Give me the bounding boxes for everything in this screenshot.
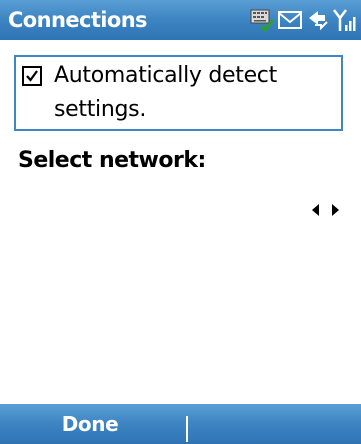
- done-button[interactable]: Done: [0, 404, 180, 444]
- auto-detect-label: Automatically detect settings.: [54, 63, 277, 122]
- auto-detect-checkbox[interactable]: [22, 66, 42, 86]
- signal-strength-icon[interactable]: [333, 7, 357, 33]
- arrow-left-icon[interactable]: [312, 204, 319, 216]
- mail-icon[interactable]: [277, 9, 303, 31]
- keyboard-check-icon[interactable]: [249, 7, 275, 33]
- checkmark-icon: [26, 70, 38, 82]
- softkey-divider: [186, 416, 188, 442]
- page-title: Connections: [8, 8, 148, 32]
- right-softkey[interactable]: [190, 404, 361, 444]
- auto-detect-option[interactable]: Automatically detect settings.: [14, 55, 343, 131]
- sync-icon[interactable]: [305, 7, 331, 33]
- select-network-label: Select network:: [18, 148, 206, 173]
- status-icons: [249, 5, 357, 35]
- arrow-right-icon[interactable]: [332, 204, 339, 216]
- softkey-bar: Done: [0, 404, 361, 444]
- network-selector[interactable]: [14, 196, 343, 226]
- title-bar: Connections: [0, 0, 361, 40]
